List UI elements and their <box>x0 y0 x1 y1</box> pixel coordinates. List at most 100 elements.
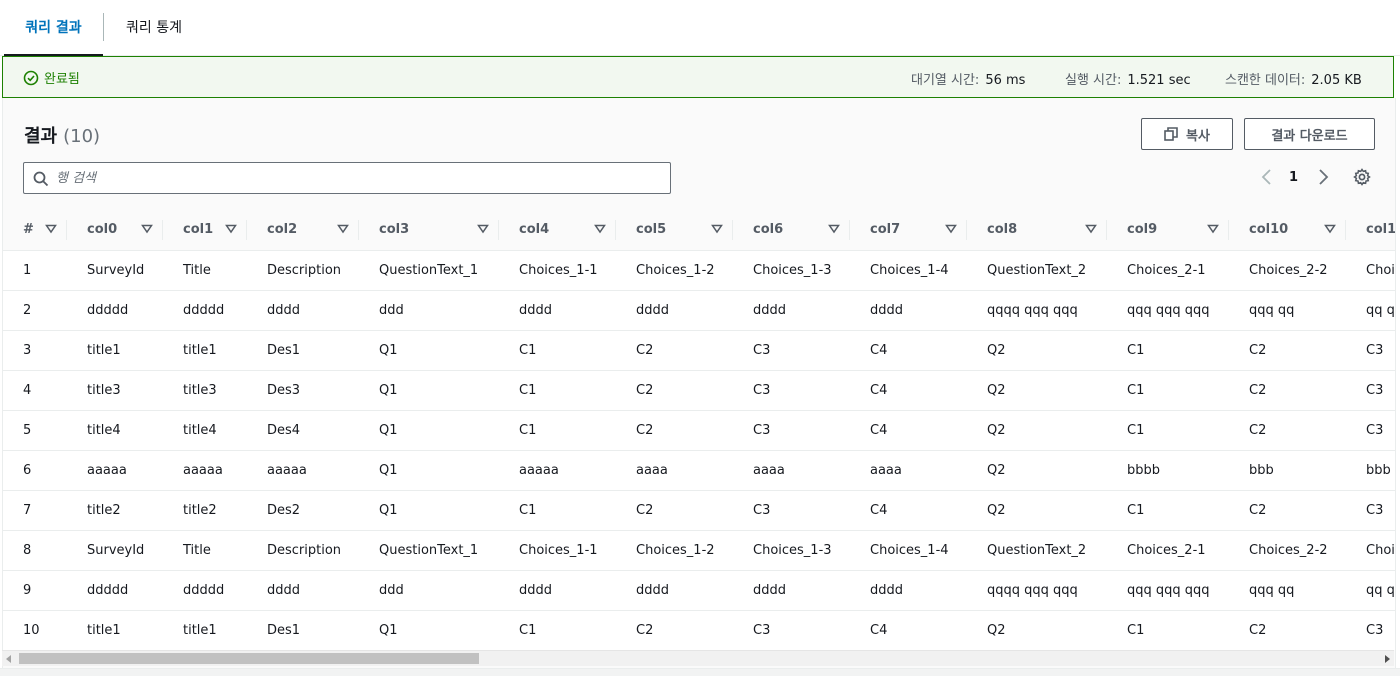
queue-time-value: 56 ms <box>985 73 1026 88</box>
table-cell: C2 <box>1229 410 1346 451</box>
table-row[interactable]: 6 aaaaa aaaaa aaaaa Q1 aaaaa aaaa aaaa aaaa Q2 bbb… <box>3 450 1395 491</box>
sort-icon[interactable] <box>477 224 489 234</box>
table-cell: C2 <box>616 370 733 411</box>
table-cell: ddddd <box>163 290 247 331</box>
table-cell: C2 <box>1229 490 1346 531</box>
sort-icon[interactable] <box>337 224 349 234</box>
table-cell: title1 <box>163 610 247 650</box>
table-cell: C2 <box>616 410 733 451</box>
table-cell: Choices_1-3 <box>733 250 850 291</box>
column-header[interactable]: col0 <box>67 210 163 251</box>
row-number-cell: 6 <box>3 450 67 491</box>
column-header-label: col8 <box>987 222 1018 238</box>
row-number-cell: 8 <box>3 530 67 571</box>
table-cell: Choices_1-4 <box>850 530 967 571</box>
column-header[interactable]: col11 <box>1346 210 1395 251</box>
table-row[interactable]: 1 SurveyId Title Description QuestionText_1 C… <box>3 250 1395 291</box>
tab-query-results[interactable]: 쿼리 결과 <box>4 0 103 56</box>
table-cell: C3 <box>733 410 850 451</box>
table-cell: Q1 <box>359 410 499 451</box>
table-cell: aaaaa <box>163 450 247 491</box>
table-cell: C3 <box>733 610 850 650</box>
column-header[interactable]: col3 <box>359 210 499 251</box>
table-cell: SurveyId <box>67 530 163 571</box>
column-header[interactable]: col1 <box>163 210 247 251</box>
column-header-label: col6 <box>753 222 784 238</box>
table-cell: title1 <box>163 330 247 371</box>
table-cell: C4 <box>850 490 967 531</box>
scroll-right-arrow[interactable] <box>1385 655 1390 663</box>
row-number-cell: 7 <box>3 490 67 531</box>
table-cell: C3 <box>1346 370 1395 411</box>
table-cell: Choices_2-3 <box>1346 530 1395 571</box>
sort-icon[interactable] <box>1207 224 1219 234</box>
page-number[interactable]: 1 <box>1289 170 1298 185</box>
table-cell: C3 <box>1346 610 1395 650</box>
column-header[interactable]: col9 <box>1107 210 1229 251</box>
table-cell: dddd <box>247 290 359 331</box>
scrollbar-thumb[interactable] <box>19 653 479 664</box>
chevron-left-icon[interactable] <box>1259 168 1275 186</box>
table-cell: Choices_2-1 <box>1107 250 1229 291</box>
column-header[interactable]: col8 <box>967 210 1107 251</box>
table-cell: ddddd <box>67 570 163 611</box>
horizontal-scrollbar[interactable] <box>2 650 1394 666</box>
table-cell: C1 <box>499 410 616 451</box>
exec-time-value: 1.521 sec <box>1127 73 1191 88</box>
sort-icon[interactable] <box>1085 224 1097 234</box>
tab-query-stats[interactable]: 쿼리 통계 <box>104 0 204 54</box>
table-cell: Des3 <box>247 370 359 411</box>
table-cell: C3 <box>733 490 850 531</box>
row-number-cell: 5 <box>3 410 67 451</box>
search-input[interactable] <box>56 167 656 189</box>
data-scanned-label: 스캔한 데이터: <box>1225 73 1306 88</box>
table-cell: Des2 <box>247 490 359 531</box>
column-header[interactable]: col6 <box>733 210 850 251</box>
sort-icon[interactable] <box>594 224 606 234</box>
table-cell: qqqq qqq qqq <box>967 570 1107 611</box>
table-cell: Description <box>247 250 359 291</box>
table-row[interactable]: 2 ddddd ddddd dddd ddd dddd dddd dddd dddd qqqq q… <box>3 290 1395 331</box>
sort-icon[interactable] <box>45 224 57 234</box>
sort-icon[interactable] <box>225 224 237 234</box>
column-header[interactable]: col4 <box>499 210 616 251</box>
table-row[interactable]: 8 SurveyId Title Description QuestionText_1 C… <box>3 530 1395 571</box>
table-cell: C3 <box>1346 330 1395 371</box>
table-cell: C3 <box>1346 490 1395 531</box>
table-cell: aaaa <box>850 450 967 491</box>
results-heading: 결과 (10) <box>24 122 100 148</box>
sort-icon[interactable] <box>828 224 840 234</box>
table-row[interactable]: 4 title3 title3 Des3 Q1 C1 C2 C3 C4 Q2 C1 C2 C3 <box>3 370 1395 411</box>
sort-icon[interactable] <box>141 224 153 234</box>
table-cell: Q1 <box>359 370 499 411</box>
table-cell: Title <box>163 250 247 291</box>
tab-bar: 쿼리 결과 쿼리 통계 <box>0 0 1400 56</box>
table-row[interactable]: 9 ddddd ddddd dddd ddd dddd dddd dddd dddd qqqq q… <box>3 570 1395 611</box>
scroll-left-arrow[interactable] <box>6 655 11 663</box>
table-cell: ddd <box>359 290 499 331</box>
copy-icon <box>1164 127 1178 141</box>
table-row[interactable]: 3 title1 title1 Des1 Q1 C1 C2 C3 C4 Q2 C1 C2 C3 <box>3 330 1395 371</box>
column-header[interactable]: col5 <box>616 210 733 251</box>
gear-icon[interactable] <box>1353 168 1371 186</box>
table-cell: title2 <box>67 490 163 531</box>
table-row[interactable]: 5 title4 title4 Des4 Q1 C1 C2 C3 C4 Q2 C1 C2 C3 <box>3 410 1395 451</box>
sort-icon[interactable] <box>945 224 957 234</box>
table-row[interactable]: 7 title2 title2 Des2 Q1 C1 C2 C3 C4 Q2 C1 C2 C3 <box>3 490 1395 531</box>
table-cell: C1 <box>499 610 616 650</box>
column-header[interactable]: col2 <box>247 210 359 251</box>
column-header[interactable]: col7 <box>850 210 967 251</box>
sort-icon[interactable] <box>1324 224 1336 234</box>
column-header[interactable]: # <box>3 210 67 251</box>
table-row[interactable]: 10 title1 title1 Des1 Q1 C1 C2 C3 C4 Q2 C1 C2 C3 <box>3 610 1395 650</box>
column-header[interactable]: col10 <box>1229 210 1346 251</box>
download-results-button[interactable]: 결과 다운로드 <box>1244 118 1375 150</box>
table-cell: qqq qqq qqq <box>1107 290 1229 331</box>
table-cell: aaaaa <box>247 450 359 491</box>
table-header-row: # col0 col1 col2 col3 col4 col5 col6 col7 col8 col… <box>3 210 1395 251</box>
column-header-label: col0 <box>87 222 118 238</box>
sort-icon[interactable] <box>711 224 723 234</box>
copy-button[interactable]: 복사 <box>1141 118 1233 150</box>
chevron-right-icon[interactable] <box>1315 168 1331 186</box>
table-cell: C2 <box>1229 370 1346 411</box>
